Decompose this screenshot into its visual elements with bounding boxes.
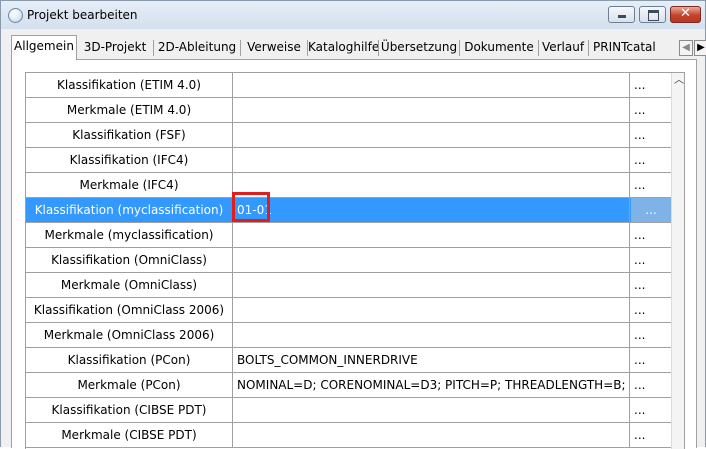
tab-scroll-right-icon[interactable]: ▶ xyxy=(694,40,706,56)
property-name-cell[interactable]: Klassifikation (myclassification) xyxy=(26,198,233,222)
table-row[interactable]: Klassifikation (myclassification) 01-01..… xyxy=(26,198,671,223)
property-value-cell[interactable]: NOMINAL=D; CORENOMINAL=D3; PITCH=P; THRE… xyxy=(233,373,630,397)
tab-scroll-left-icon[interactable]: ◀ xyxy=(679,40,693,56)
ellipsis-button[interactable]: ... xyxy=(631,223,671,247)
close-icon: ✕ xyxy=(680,6,691,21)
close-button[interactable]: ✕ xyxy=(670,6,701,23)
ellipsis-button[interactable]: ... xyxy=(631,73,671,97)
property-name-cell[interactable]: Klassifikation (FSF) xyxy=(26,123,233,147)
property-value-cell[interactable] xyxy=(233,148,630,172)
property-value-cell[interactable] xyxy=(233,273,630,297)
property-name-cell[interactable]: Merkmale (OmniClass) xyxy=(26,273,233,297)
property-value-cell[interactable]: 01-01 xyxy=(233,198,630,222)
table-row[interactable]: Klassifikation (CIBSE PDT)... xyxy=(26,398,671,423)
ellipsis-button[interactable]: ... xyxy=(631,248,671,272)
ellipsis-button[interactable]: ... xyxy=(631,123,671,147)
table-row[interactable]: Klassifikation (IFC4)... xyxy=(26,148,671,173)
tab-strip: Allgemein 3D-Projekt 2D-Ableitung Verwei… xyxy=(11,35,706,60)
maximize-icon xyxy=(648,10,659,21)
scroll-up-icon[interactable]: ︿ xyxy=(672,73,684,89)
ellipsis-button[interactable]: ... xyxy=(631,373,671,397)
tab-dokumente[interactable]: Dokumente xyxy=(461,37,537,58)
property-rows: Klassifikation (ETIM 4.0)... Merkmale (ET… xyxy=(26,73,671,448)
property-name-cell[interactable]: Klassifikation (OmniClass) xyxy=(26,248,233,272)
property-name-cell[interactable]: Klassifikation (CIBSE PDT) xyxy=(26,398,233,422)
table-row[interactable]: Merkmale (ETIM 4.0)... xyxy=(26,98,671,123)
property-name-cell[interactable]: Klassifikation (PCon) xyxy=(26,348,233,372)
project-edit-window: Projekt bearbeiten ✕ Allgemein 3D-Projek… xyxy=(0,0,706,449)
window-icon xyxy=(8,8,23,23)
ellipsis-button[interactable]: ... xyxy=(631,398,671,422)
property-name-cell[interactable]: Merkmale (myclassification) xyxy=(26,223,233,247)
property-name-cell[interactable]: Klassifikation (OmniClass 2006) xyxy=(26,298,233,322)
table-row[interactable]: Merkmale (OmniClass)... xyxy=(26,273,671,298)
tab-separator xyxy=(588,40,589,56)
ellipsis-button[interactable]: ... xyxy=(631,148,671,172)
property-name-cell[interactable]: Merkmale (IFC4) xyxy=(26,173,233,197)
ellipsis-button[interactable]: ... xyxy=(631,173,671,197)
property-value-cell[interactable] xyxy=(233,248,630,272)
ellipsis-button[interactable]: ... xyxy=(631,273,671,297)
property-value-cell[interactable] xyxy=(233,323,630,347)
property-name-cell[interactable]: Klassifikation (IFC4) xyxy=(26,148,233,172)
tab-separator xyxy=(459,40,460,56)
ellipsis-button[interactable]: ... xyxy=(631,98,671,122)
tab-verlauf[interactable]: Verlauf xyxy=(539,37,587,58)
ellipsis-button[interactable]: ... xyxy=(631,348,671,372)
table-row[interactable]: Merkmale (myclassification)... xyxy=(26,223,671,248)
table-row[interactable]: Klassifikation (ETIM 4.0)... xyxy=(26,73,671,98)
tab-allgemein[interactable]: Allgemein xyxy=(11,35,77,60)
property-name-cell[interactable]: Merkmale (PCon) xyxy=(26,373,233,397)
ellipsis-button[interactable]: ... xyxy=(631,323,671,347)
property-value-cell[interactable] xyxy=(233,73,630,97)
property-name-cell[interactable]: Merkmale (ETIM 4.0) xyxy=(26,98,233,122)
tab-printcatalog[interactable]: PRINTcatal xyxy=(590,37,657,58)
tab-3d-projekt[interactable]: 3D-Projekt xyxy=(79,37,151,58)
table-row[interactable]: Merkmale (IFC4)... xyxy=(26,173,671,198)
tab-verweise[interactable]: Verweise xyxy=(242,37,306,58)
value-highlight-box xyxy=(232,192,270,222)
minimize-button[interactable] xyxy=(608,6,635,23)
property-value-cell[interactable] xyxy=(233,298,630,322)
tab-2d-ableitung[interactable]: 2D-Ableitung xyxy=(154,37,240,58)
property-value-cell[interactable] xyxy=(233,123,630,147)
property-value-cell[interactable]: BOLTS_COMMON_INNERDRIVE xyxy=(233,348,630,372)
property-name-cell[interactable]: Merkmale (CIBSE PDT) xyxy=(26,423,233,447)
ellipsis-button[interactable]: ... xyxy=(631,423,671,447)
ellipsis-button[interactable]: ... xyxy=(631,298,671,322)
minimize-icon xyxy=(618,15,626,18)
table-row[interactable]: Merkmale (OmniClass 2006)... xyxy=(26,323,671,348)
table-row[interactable]: Klassifikation (PCon) BOLTS_COMMON_INNERD… xyxy=(26,348,671,373)
vertical-scrollbar[interactable]: ︿ xyxy=(671,73,684,449)
ellipsis-button[interactable]: ... xyxy=(631,198,671,222)
table-row[interactable]: Klassifikation (FSF)... xyxy=(26,123,671,148)
tab-uebersetzung[interactable]: Übersetzung xyxy=(379,37,459,58)
title-bar[interactable]: Projekt bearbeiten ✕ xyxy=(1,1,705,29)
table-row[interactable]: Merkmale (PCon) NOMINAL=D; CORENOMINAL=D3… xyxy=(26,373,671,398)
property-value-cell[interactable] xyxy=(233,223,630,247)
property-value-cell[interactable] xyxy=(233,423,630,447)
table-row[interactable]: Klassifikation (OmniClass 2006)... xyxy=(26,298,671,323)
tab-separator xyxy=(240,40,241,56)
tab-page-allgemein: Klassifikation (ETIM 4.0)... Merkmale (ET… xyxy=(11,59,697,449)
property-value-cell[interactable] xyxy=(233,398,630,422)
window-title: Projekt bearbeiten xyxy=(27,8,138,22)
property-value-cell[interactable] xyxy=(233,98,630,122)
tab-kataloghilfe[interactable]: Kataloghilfe xyxy=(308,37,379,58)
property-value-cell[interactable] xyxy=(233,173,630,197)
property-grid: Klassifikation (ETIM 4.0)... Merkmale (ET… xyxy=(25,72,685,449)
table-row[interactable]: Klassifikation (OmniClass)... xyxy=(26,248,671,273)
maximize-button[interactable] xyxy=(639,6,666,23)
property-name-cell[interactable]: Merkmale (OmniClass 2006) xyxy=(26,323,233,347)
table-row[interactable]: Merkmale (CIBSE PDT)... xyxy=(26,423,671,448)
property-name-cell[interactable]: Klassifikation (ETIM 4.0) xyxy=(26,73,233,97)
